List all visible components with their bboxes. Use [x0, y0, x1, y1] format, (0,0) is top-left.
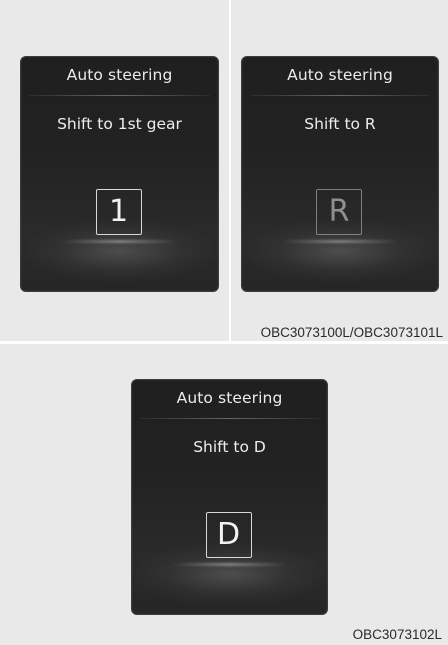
title-divider [29, 95, 210, 96]
illustration-page: Auto steering Shift to 1st gear 1 Auto s… [0, 0, 448, 645]
screen-title: Auto steering [176, 389, 283, 407]
gear-glow [281, 240, 399, 243]
gear-indicator-d: D [205, 512, 252, 558]
shift-message: Shift to D [193, 438, 266, 456]
gear-indicator-1: 1 [95, 189, 142, 235]
title-divider [250, 95, 430, 96]
cluster-screen-first-gear: Auto steering Shift to 1st gear 1 [20, 56, 219, 292]
shift-message: Shift to R [304, 115, 376, 133]
image-code-top: OBC3073100L/OBC3073101L [260, 325, 443, 340]
cluster-screen-reverse: Auto steering Shift to R R [241, 56, 439, 292]
screen-title: Auto steering [66, 66, 173, 84]
gear-indicator-r: R [316, 189, 362, 235]
screen-title: Auto steering [287, 66, 393, 84]
cluster-screen-drive: Auto steering Shift to D D [131, 379, 328, 615]
gear-glow [60, 240, 179, 243]
title-divider [140, 418, 319, 419]
gear-glow [171, 563, 288, 566]
image-code-bottom: OBC3073102L [352, 627, 442, 642]
shift-message: Shift to 1st gear [57, 115, 182, 133]
